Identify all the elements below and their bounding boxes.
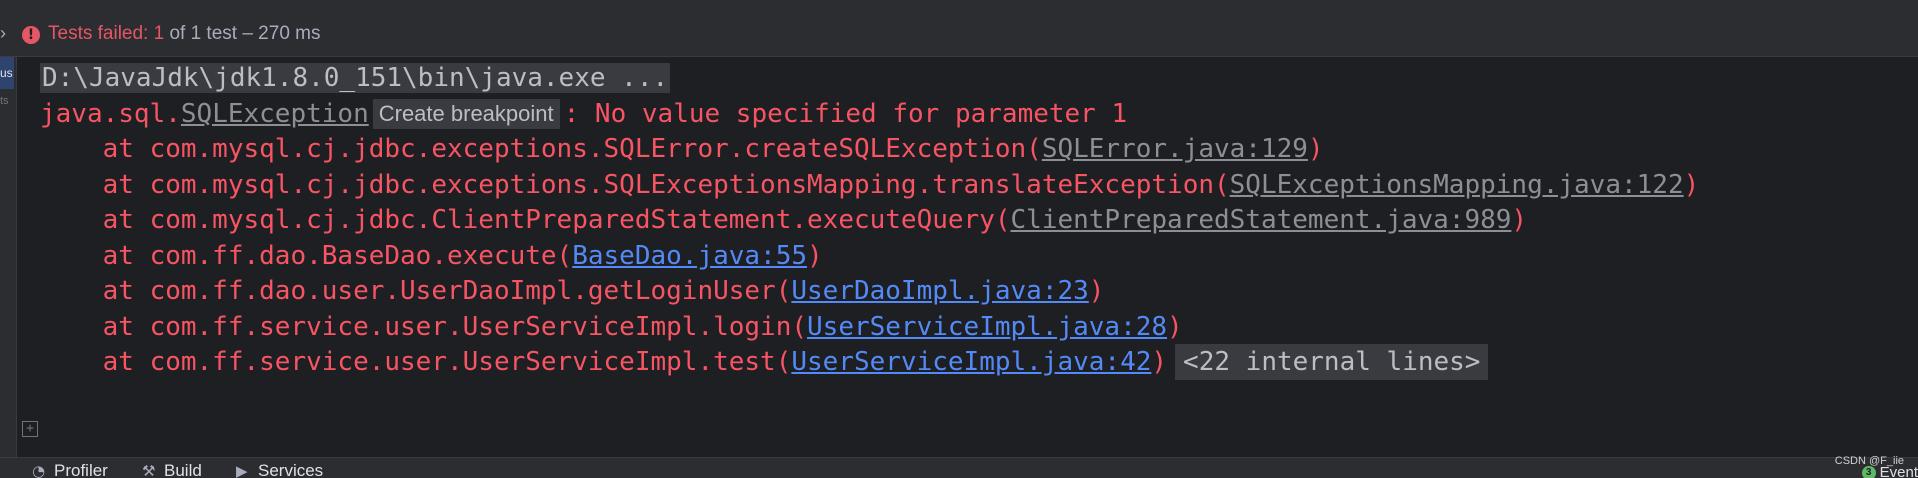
stack-frame-paren: ) <box>1683 170 1700 200</box>
stack-frame: at com.ff.service.user.UserServiceImpl.l… <box>40 309 1183 345</box>
tests-failed-label: Tests failed: <box>48 23 154 44</box>
stack-frame: at com.mysql.cj.jdbc.exceptions.SQLExcep… <box>40 167 1700 203</box>
services-label: Services <box>258 461 324 478</box>
gutter-tab-active[interactable]: us <box>0 57 14 89</box>
bottom-tool-bar: ◔ Profiler ⚒ Build ▶ Services <box>0 457 1918 478</box>
internal-lines-fold[interactable]: <22 internal lines> <box>1175 344 1489 380</box>
console-line-command: D:\JavaJdk\jdk1.8.0_151\bin\java.exe ... <box>40 60 671 96</box>
stack-frame-paren: ) <box>1151 347 1168 377</box>
stack-frame-source-link[interactable]: BaseDao.java:55 <box>572 241 807 271</box>
tests-failed-count: 1 <box>153 23 165 44</box>
stack-frame-method: at com.ff.service.user.UserServiceImpl.l… <box>40 312 808 342</box>
stack-frame-method: at com.ff.service.user.UserServiceImpl.t… <box>40 347 792 377</box>
build-tab[interactable]: ⚒ Build <box>142 461 202 478</box>
tool-window-gutter: us ts <box>0 57 17 457</box>
java-command[interactable]: D:\JavaJdk\jdk1.8.0_151\bin\java.exe ... <box>40 63 671 93</box>
stack-frame-source-link[interactable]: ClientPreparedStatement.java:989 <box>1011 205 1512 235</box>
stack-frame-method: at com.mysql.cj.jdbc.exceptions.SQLExcep… <box>40 170 1230 200</box>
tests-summary: of 1 test – 270 ms <box>164 23 321 44</box>
test-failed-icon: ! <box>22 26 40 44</box>
gutter-tab[interactable]: ts <box>0 95 14 111</box>
services-icon: ▶ <box>236 462 248 478</box>
stack-frame-method: at com.ff.dao.BaseDao.execute( <box>40 241 573 271</box>
build-label: Build <box>164 461 202 478</box>
console-output: D:\JavaJdk\jdk1.8.0_151\bin\java.exe ...… <box>40 60 1880 450</box>
exception-class-link[interactable]: SQLException <box>181 99 369 129</box>
stack-frame-paren: ) <box>1167 312 1183 342</box>
create-breakpoint-hint[interactable]: Create breakpoint <box>372 99 560 129</box>
exception-package: java.sql. <box>40 99 181 129</box>
stack-frame-method: at com.mysql.cj.jdbc.exceptions.SQLError… <box>40 134 1042 164</box>
stack-frame: at com.ff.service.user.UserServiceImpl.t… <box>40 344 1489 380</box>
test-status-header: › ! Tests failed: 1 of 1 test – 270 ms <box>0 12 1918 57</box>
top-strip <box>0 0 1918 12</box>
stack-frame: at com.mysql.cj.jdbc.ClientPreparedState… <box>40 202 1527 238</box>
ide-window: › ! Tests failed: 1 of 1 test – 270 ms u… <box>0 0 1918 478</box>
expand-plus-icon[interactable]: + <box>22 421 38 437</box>
stack-frame: at com.ff.dao.user.UserDaoImpl.getLoginU… <box>40 273 1105 309</box>
events-count-badge: 3 <box>1861 465 1876 478</box>
stack-frame: at com.ff.dao.BaseDao.execute(BaseDao.ja… <box>40 238 823 274</box>
profiler-tab[interactable]: ◔ Profiler <box>32 461 108 478</box>
console-line-exception: java.sql.SQLException Create breakpoint: … <box>40 96 1127 132</box>
stack-frame-source-link[interactable]: SQLError.java:129 <box>1042 134 1308 164</box>
profiler-icon: ◔ <box>32 462 46 478</box>
chevron-right-icon[interactable]: › <box>0 22 14 44</box>
test-status-text: Tests failed: 1 of 1 test – 270 ms <box>48 23 321 45</box>
stack-frame-source-link[interactable]: SQLExceptionsMapping.java:122 <box>1230 170 1684 200</box>
stack-frame-source-link[interactable]: UserServiceImpl.java:42 <box>791 347 1151 377</box>
stack-frame-method: at com.ff.dao.user.UserDaoImpl.getLoginU… <box>40 276 792 306</box>
event-log-tab[interactable]: 3 Event <box>1861 464 1918 478</box>
stack-frame-paren: ) <box>1511 205 1528 235</box>
exception-message: : No value specified for parameter 1 <box>563 99 1128 129</box>
profiler-label: Profiler <box>54 461 108 478</box>
hammer-icon: ⚒ <box>142 462 156 478</box>
stack-frame-method: at com.mysql.cj.jdbc.ClientPreparedState… <box>40 205 1011 235</box>
events-label: Event <box>1879 464 1918 478</box>
stack-frame: at com.mysql.cj.jdbc.exceptions.SQLError… <box>40 131 1324 167</box>
stack-frame-paren: ) <box>807 241 823 271</box>
services-tab[interactable]: ▶ Services <box>236 461 323 478</box>
stack-frame-source-link[interactable]: UserServiceImpl.java:28 <box>807 312 1167 342</box>
stack-frame-paren: ) <box>1307 134 1324 164</box>
stack-frame-source-link[interactable]: UserDaoImpl.java:23 <box>791 276 1088 306</box>
stack-frame-paren: ) <box>1088 276 1105 306</box>
